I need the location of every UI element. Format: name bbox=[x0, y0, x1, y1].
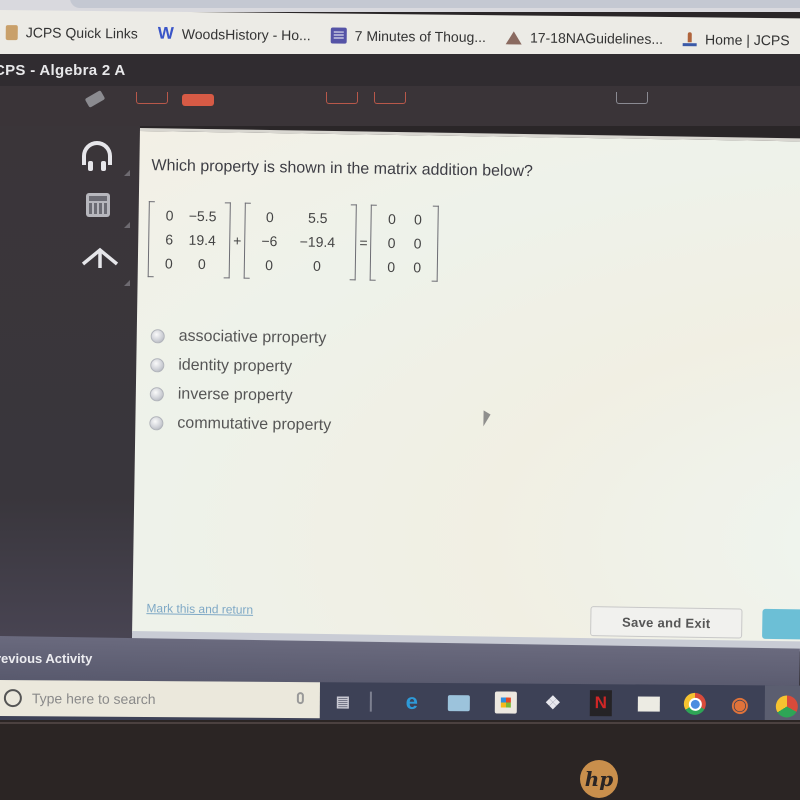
matrix-cell: 0 bbox=[265, 208, 274, 226]
previous-activity-link[interactable]: revious Activity bbox=[0, 651, 92, 666]
reference-arrow-icon[interactable] bbox=[80, 240, 120, 270]
question-tab-4[interactable] bbox=[374, 92, 406, 104]
matrix-cell: 0 bbox=[164, 255, 173, 272]
origin-icon[interactable]: ◉ bbox=[729, 693, 751, 716]
mouse-pointer-icon bbox=[483, 410, 491, 427]
matrix-cell: −6 bbox=[261, 232, 278, 250]
matrix-a: 0 −5.5 6 19.4 0 0 bbox=[148, 201, 231, 278]
forms-list-icon bbox=[330, 27, 347, 44]
option-label: identity property bbox=[178, 356, 293, 375]
next-button[interactable] bbox=[762, 608, 800, 640]
taskbar-search-box[interactable]: Type here to search bbox=[0, 680, 320, 719]
question-tab-3[interactable] bbox=[326, 92, 358, 104]
photo-of-screen: JCPS Quick Links W WoodsHistory - Ho... … bbox=[0, 0, 800, 800]
option-associative[interactable]: associative prroperty bbox=[150, 321, 333, 353]
mark-and-return-link[interactable]: Mark this and return bbox=[146, 601, 253, 617]
microphone-icon[interactable] bbox=[296, 692, 304, 705]
bookmark-jcps-quick-links[interactable]: JCPS Quick Links bbox=[5, 24, 138, 42]
laptop-bezel bbox=[0, 720, 800, 800]
matrix-cell: 6 bbox=[165, 231, 174, 248]
bookmark-7-minutes[interactable]: 7 Minutes of Thoug... bbox=[330, 27, 487, 46]
tool-rail bbox=[0, 126, 140, 656]
matrix-cell: 0 bbox=[165, 207, 174, 224]
matrix-cell: 0 bbox=[413, 235, 422, 252]
google-drive-triangle-icon bbox=[505, 30, 523, 44]
windows-taskbar: Type here to search ▤ e ❖ N ◉ bbox=[0, 680, 800, 726]
answer-options: associative prroperty identity property … bbox=[149, 321, 333, 440]
headphones-icon[interactable] bbox=[82, 141, 112, 171]
expand-corner-icon bbox=[124, 280, 130, 286]
option-label: commutative property bbox=[177, 414, 332, 434]
address-bar[interactable] bbox=[0, 0, 800, 12]
hp-logo: hp bbox=[580, 760, 618, 798]
dropbox-icon[interactable]: ❖ bbox=[542, 692, 564, 714]
store-icon[interactable] bbox=[494, 691, 517, 714]
home-lighthouse-icon bbox=[682, 32, 698, 47]
bezel-edge bbox=[0, 722, 800, 724]
expand-corner-icon bbox=[124, 170, 130, 176]
option-identity[interactable]: identity property bbox=[150, 350, 332, 382]
question-tab-5[interactable] bbox=[616, 92, 648, 104]
matrix-cell: 0 bbox=[313, 257, 322, 274]
search-placeholder: Type here to search bbox=[31, 690, 156, 708]
expand-corner-icon bbox=[124, 222, 130, 228]
question-prompt: Which property is shown in the matrix ad… bbox=[151, 157, 534, 181]
bookmark-woodshistory[interactable]: W WoodsHistory - Ho... bbox=[158, 24, 311, 46]
equals-sign: = bbox=[359, 234, 368, 251]
matrix-cell: 5.5 bbox=[307, 209, 328, 226]
matrix-b: 0 5.5 −6 −19.4 0 0 bbox=[244, 203, 357, 281]
calculator-icon[interactable] bbox=[86, 193, 110, 217]
url-field[interactable] bbox=[70, 0, 800, 8]
plus-sign: + bbox=[233, 232, 242, 249]
bookmark-label: WoodsHistory - Ho... bbox=[181, 25, 311, 44]
matrix-cell: −5.5 bbox=[188, 207, 217, 225]
matrix-cell: 19.4 bbox=[188, 231, 216, 249]
mail-icon[interactable] bbox=[637, 696, 660, 712]
save-and-exit-button[interactable]: Save and Exit bbox=[590, 606, 743, 639]
netflix-icon[interactable]: N bbox=[589, 690, 612, 717]
matrix-cell: 0 bbox=[265, 256, 274, 274]
radio-button[interactable] bbox=[149, 386, 164, 401]
option-label: associative prroperty bbox=[178, 327, 327, 347]
question-tab-current[interactable] bbox=[182, 94, 214, 106]
radio-button[interactable] bbox=[149, 415, 164, 430]
matrix-cell: 0 bbox=[387, 258, 396, 276]
bookmark-label: JCPS Quick Links bbox=[25, 24, 138, 42]
matrix-cell: 0 bbox=[413, 211, 422, 228]
task-view-icon[interactable]: ▤ bbox=[332, 690, 354, 712]
radio-button[interactable] bbox=[150, 328, 165, 343]
bookmark-label: 7 Minutes of Thoug... bbox=[354, 27, 487, 46]
matrix-cell: 0 bbox=[413, 259, 422, 276]
weebly-w-icon: W bbox=[157, 23, 174, 43]
matrix-cell: −19.4 bbox=[299, 233, 336, 251]
chrome-icon[interactable] bbox=[775, 695, 798, 718]
matrix-result: 0 0 0 0 0 0 bbox=[370, 205, 439, 282]
matrix-cell: 0 bbox=[387, 234, 396, 252]
radio-button[interactable] bbox=[150, 357, 165, 372]
folder-icon bbox=[5, 24, 18, 40]
bookmark-label: 17-18NAGuidelines... bbox=[529, 29, 664, 47]
bookmark-home-jcps[interactable]: Home | JCPS bbox=[682, 31, 790, 49]
chrome-icon[interactable] bbox=[683, 692, 706, 715]
question-tab-1[interactable] bbox=[136, 92, 168, 104]
cortana-circle-icon[interactable] bbox=[3, 689, 22, 708]
taskbar-separator bbox=[369, 691, 372, 712]
bookmark-na-guidelines[interactable]: 17-18NAGuidelines... bbox=[505, 29, 664, 47]
option-label: inverse property bbox=[177, 385, 293, 404]
matrix-cell: 0 bbox=[387, 210, 396, 228]
course-title: CPS - Algebra 2 A bbox=[0, 62, 126, 79]
option-inverse[interactable]: inverse property bbox=[149, 379, 332, 411]
edge-icon[interactable]: e bbox=[401, 689, 423, 714]
option-commutative[interactable]: commutative property bbox=[149, 408, 331, 440]
matrix-cell: 0 bbox=[197, 255, 206, 273]
bookmark-label: Home | JCPS bbox=[704, 31, 790, 49]
file-explorer-icon[interactable] bbox=[447, 695, 470, 712]
matrix-equation: 0 −5.5 6 19.4 0 0 + 0 5.5 −6 −19.4 0 0 =… bbox=[148, 201, 440, 282]
question-panel: Which property is shown in the matrix ad… bbox=[131, 128, 800, 652]
